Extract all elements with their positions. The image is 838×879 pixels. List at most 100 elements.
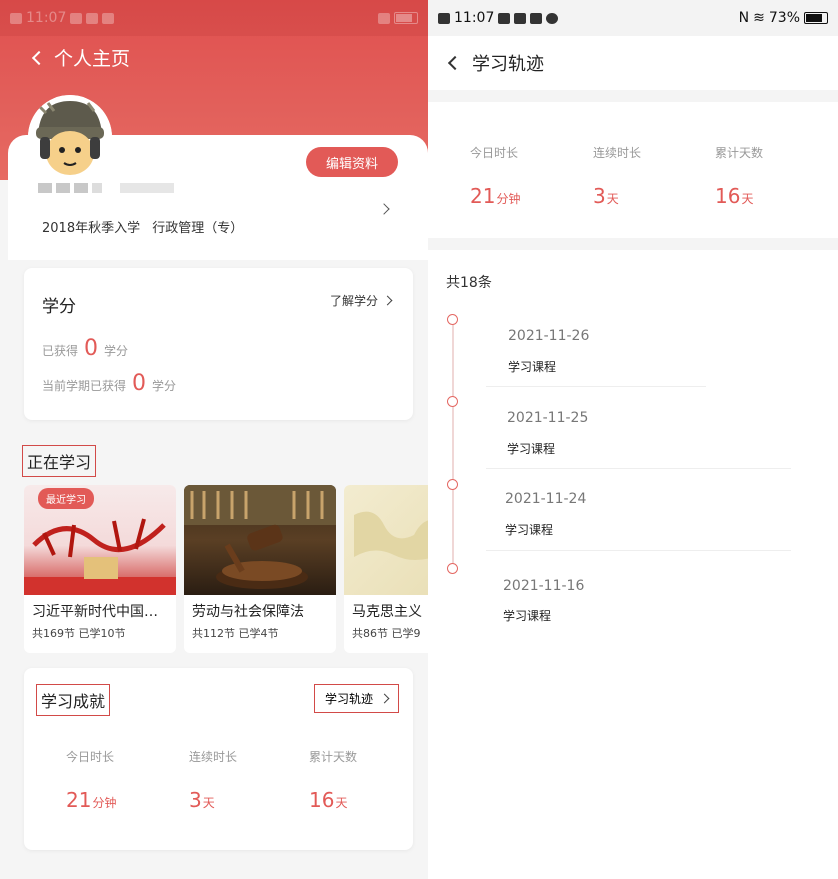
credit-unit: 学分 <box>104 344 129 358</box>
divider <box>486 468 791 469</box>
course-card[interactable]: 马克思主义 共86节 已学9 <box>344 485 428 653</box>
studying-section-title: 正在学习 <box>22 445 97 477</box>
battery-percent: 73% <box>768 10 800 26</box>
back-button[interactable]: 学习轨迹 <box>428 36 838 90</box>
term-credit: 当前学期已获得 0 学分 <box>42 371 176 396</box>
stat-unit: 天 <box>741 192 754 206</box>
chevron-right-icon[interactable] <box>378 203 390 215</box>
notification-icon <box>514 12 527 24</box>
stat-unit: 天 <box>202 796 215 810</box>
divider <box>486 550 791 551</box>
record-type[interactable]: 学习课程 <box>505 521 553 538</box>
credit-title: 学分 <box>42 297 76 317</box>
course-thumbnail <box>344 485 428 595</box>
record-date: 2021-11-26 <box>508 328 590 344</box>
status-time: 11:07 <box>26 10 67 26</box>
earned-label: 已获得 <box>42 344 79 358</box>
divider <box>428 238 838 250</box>
learn-credit-link[interactable]: 了解学分 <box>329 292 393 309</box>
course-card[interactable]: 最近学习 习近平新时代中国… 共169节 已学10节 <box>24 485 176 653</box>
record-date: 2021-11-24 <box>505 491 587 507</box>
back-button[interactable]: 个人主页 <box>31 44 131 71</box>
credit-unit: 学分 <box>152 379 177 393</box>
status-bar: 11:07 N ≋ 73% <box>428 0 838 36</box>
stat-label: 连续时长 <box>593 146 642 160</box>
avatar-soldier-icon <box>28 95 112 179</box>
battery-icon <box>394 12 418 24</box>
stat-value: 3天 <box>593 184 619 208</box>
timeline-dot-icon <box>447 314 458 325</box>
stat-unit: 天 <box>335 796 348 810</box>
learning-track-label: 学习轨迹 <box>324 692 373 706</box>
record-type[interactable]: 学习课程 <box>507 440 555 457</box>
divider <box>428 90 838 102</box>
wifi-icon <box>378 12 390 24</box>
course-progress: 共86节 已学9 <box>352 627 421 640</box>
sim-icon <box>438 12 450 24</box>
recent-tag: 最近学习 <box>38 488 94 509</box>
notification-icon <box>86 12 99 24</box>
earned-value: 0 <box>84 336 99 361</box>
timeline-dot-icon <box>447 563 458 574</box>
stat-label: 累计天数 <box>715 146 764 160</box>
stat-label: 连续时长 <box>189 750 238 764</box>
achievement-card: 学习成就 学习轨迹 今日时长 连续时长 累计天数 21分钟 3天 16天 <box>24 668 413 850</box>
stat-value: 3天 <box>189 788 215 812</box>
stat-unit: 分钟 <box>496 192 521 206</box>
enrollment-term: 2018年秋季入学 <box>42 221 141 236</box>
credit-card: 学分 了解学分 已获得 0 学分 当前学期已获得 0 学分 <box>24 268 413 420</box>
stat-number: 16 <box>715 184 741 208</box>
nfc-icon: N <box>738 10 750 26</box>
stat-number: 21 <box>66 788 92 812</box>
notification-icon <box>530 12 543 24</box>
course-thumbnail: 最近学习 <box>24 485 176 595</box>
status-bar: 11:07 <box>0 0 428 36</box>
enrollment-info: 2018年秋季入学 行政管理（专） <box>42 217 243 236</box>
record-type[interactable]: 学习课程 <box>508 358 556 375</box>
notification-icon <box>498 12 511 24</box>
back-arrow-icon <box>447 55 463 71</box>
stats-panel: 今日时长 连续时长 累计天数 21分钟 3天 16天 <box>428 102 838 238</box>
notification-icon <box>102 12 115 24</box>
stat-value: 21分钟 <box>66 788 116 812</box>
sim-icon <box>10 12 22 24</box>
page-title: 学习轨迹 <box>472 54 544 75</box>
stat-number: 3 <box>593 184 606 208</box>
record-type[interactable]: 学习课程 <box>503 607 551 624</box>
record-date: 2021-11-25 <box>507 410 589 426</box>
edit-profile-button[interactable]: 编辑资料 <box>305 147 398 177</box>
stat-number: 21 <box>470 184 496 208</box>
battery-icon <box>804 12 828 24</box>
earned-credit: 已获得 0 学分 <box>42 336 128 361</box>
term-value: 0 <box>132 371 147 396</box>
user-name-blurred <box>38 183 174 193</box>
stat-label: 今日时长 <box>66 750 115 764</box>
learning-track-link[interactable]: 学习轨迹 <box>313 684 399 713</box>
notification-icon <box>70 12 83 24</box>
stat-value: 16天 <box>715 184 753 208</box>
course-name: 习近平新时代中国… <box>32 604 158 620</box>
course-name: 马克思主义 <box>352 604 422 620</box>
back-arrow-icon <box>31 50 47 65</box>
chevron-right-icon <box>382 295 393 306</box>
divider <box>486 386 706 387</box>
stat-label: 今日时长 <box>470 146 519 160</box>
stat-unit: 天 <box>606 192 619 206</box>
learn-credit-label: 了解学分 <box>329 294 378 308</box>
course-progress: 共112节 已学4节 <box>192 627 279 640</box>
avatar[interactable] <box>28 95 112 179</box>
page-title: 个人主页 <box>54 48 131 70</box>
world-map-icon <box>354 511 428 560</box>
gavel-icon <box>184 485 336 589</box>
course-name: 劳动与社会保障法 <box>192 604 304 620</box>
chevron-right-icon <box>379 693 390 704</box>
status-time: 11:07 <box>454 10 495 26</box>
stat-label: 累计天数 <box>309 750 358 764</box>
wifi-icon: ≋ <box>753 10 765 26</box>
timeline-dot-icon <box>447 396 458 407</box>
timeline-dot-icon <box>447 479 458 490</box>
term-label: 当前学期已获得 <box>42 379 127 393</box>
course-card[interactable]: 劳动与社会保障法 共112节 已学4节 <box>184 485 336 653</box>
learning-track-screen: 11:07 N ≋ 73% 学习轨迹 今日时长 连续时长 累计天数 21分钟 3… <box>428 0 838 879</box>
achievement-title: 学习成就 <box>36 684 111 716</box>
